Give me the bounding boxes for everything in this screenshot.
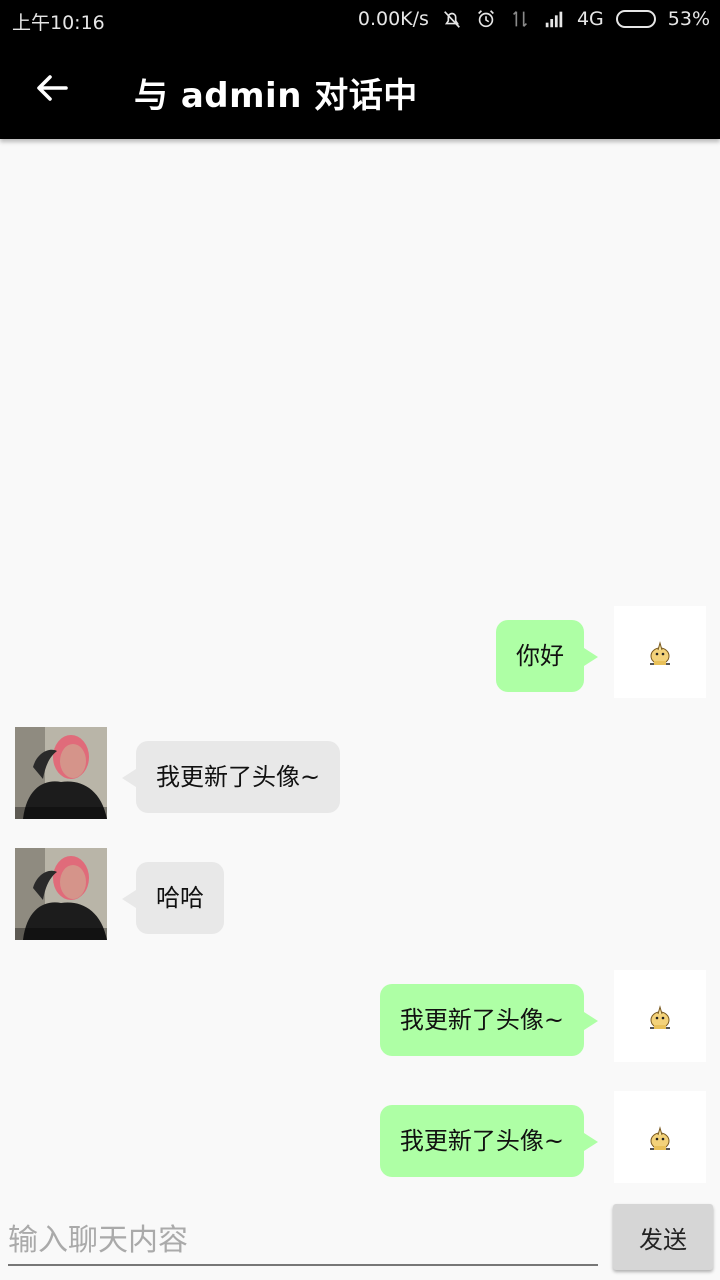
message-bubble[interactable]: 我更新了头像~ [379, 1105, 599, 1177]
photo-avatar[interactable] [15, 727, 107, 819]
message-incoming: 哈哈 [0, 848, 720, 940]
mute-bell-icon [441, 8, 463, 30]
data-arrows-icon [509, 8, 531, 30]
cartoon-avatar[interactable] [614, 606, 706, 698]
input-bar: 发送 [0, 1200, 720, 1280]
message-bubble[interactable]: 哈哈 [122, 862, 224, 934]
page-title: 与 admin 对话中 [134, 76, 418, 116]
signal-icon [543, 8, 565, 30]
battery-icon [615, 10, 656, 28]
toolbar: 与 admin 对话中 [0, 40, 720, 139]
status-time: 上午10:16 [12, 12, 105, 34]
message-bubble[interactable]: 你好 [496, 620, 598, 692]
message-outgoing: 你好 [0, 606, 720, 698]
network-speed: 0.00K/s [357, 8, 429, 30]
message-bubble[interactable]: 我更新了头像~ [379, 984, 599, 1056]
alarm-icon [475, 8, 497, 30]
cartoon-avatar[interactable] [614, 970, 706, 1062]
cartoon-avatar[interactable] [614, 1091, 706, 1183]
arrow-left-icon [37, 75, 68, 101]
message-outgoing: 我更新了头像~ [0, 970, 720, 1062]
back-button[interactable] [30, 66, 74, 110]
status-right-group: 0.00K/s 4G 53% [358, 8, 710, 30]
message-incoming: 我更新了头像~ [0, 727, 720, 819]
status-bar: 上午10:16 0.00K/s 4G 53% [0, 0, 720, 40]
send-button[interactable]: 发送 [613, 1204, 713, 1270]
network-type: 4G [576, 8, 604, 30]
message-input[interactable] [8, 1216, 598, 1266]
message-outgoing: 我更新了头像~ [0, 1091, 720, 1183]
battery-percent: 53% [667, 8, 710, 30]
photo-avatar[interactable] [15, 848, 107, 940]
chat-list[interactable]: 你好 我更新了头像~ 哈哈 我更新了头像~ 我更新了头像~ [0, 140, 720, 1200]
message-bubble[interactable]: 我更新了头像~ [121, 741, 341, 813]
